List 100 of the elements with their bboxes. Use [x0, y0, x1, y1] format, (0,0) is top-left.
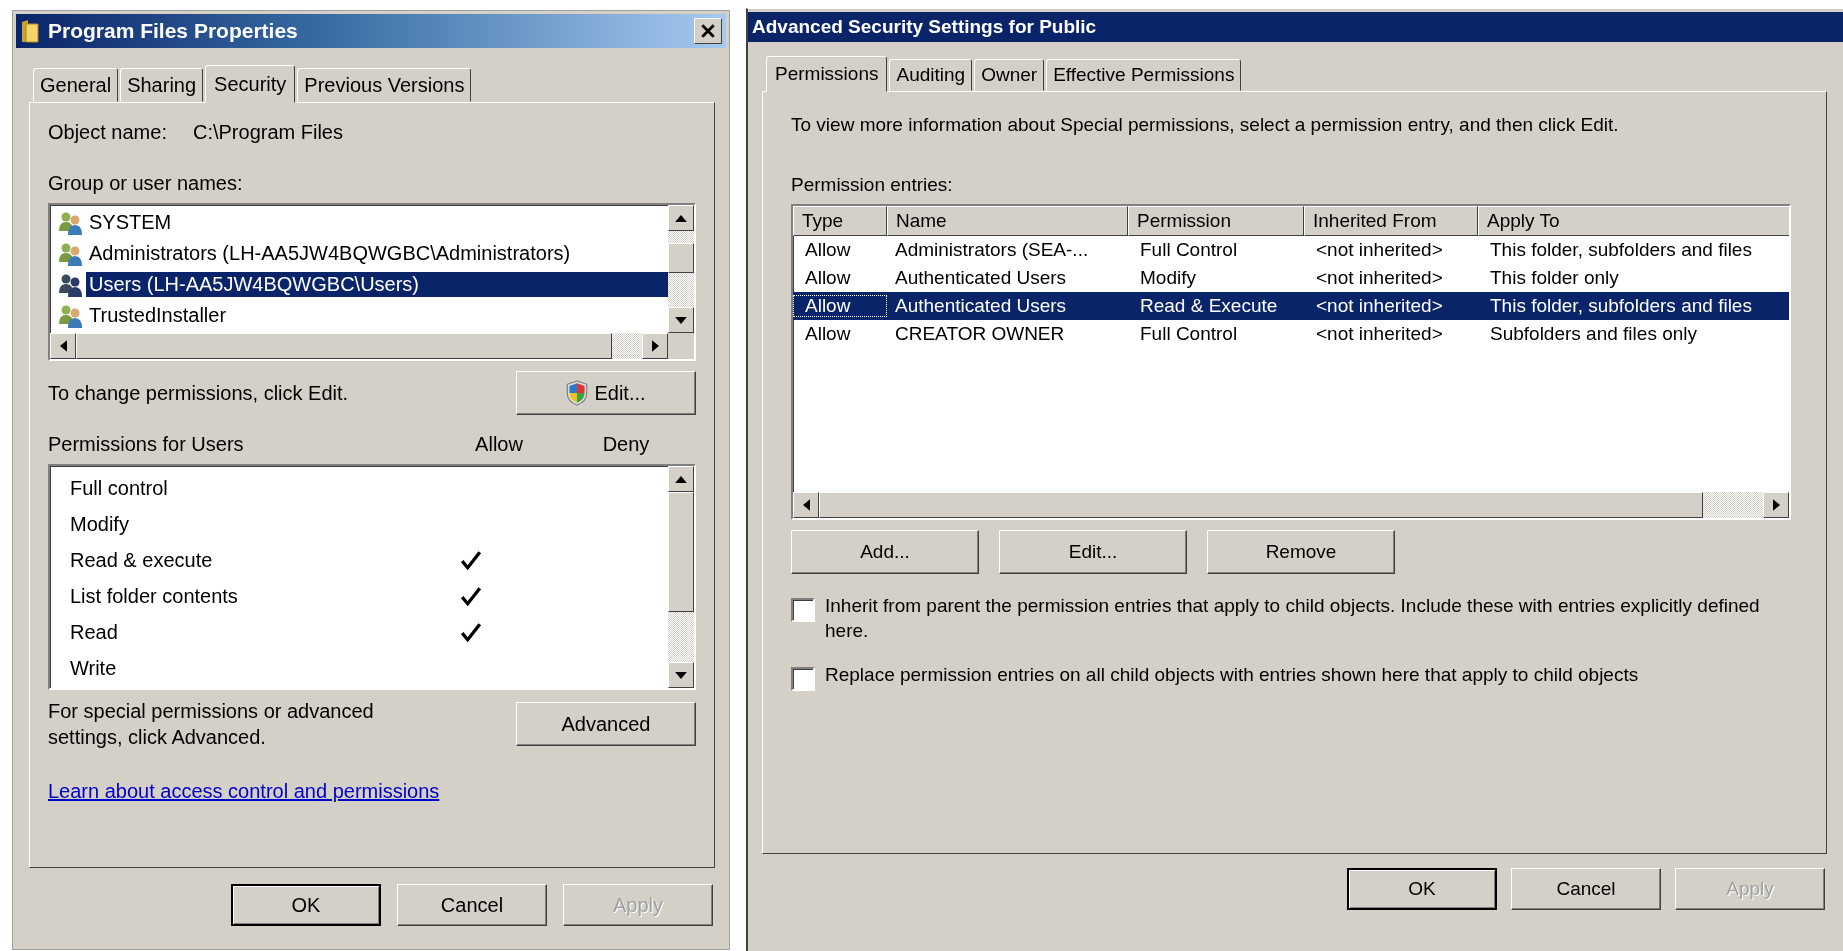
table-cell-text: Modify [1139, 267, 1197, 289]
entry-button[interactable]: Add... [791, 530, 979, 574]
table-cell-text: <not inherited> [1315, 267, 1444, 289]
info-text: To view more information about Special permissions, select a permission entry, and then click Edit. [791, 114, 1620, 136]
tab[interactable]: Auditing [889, 59, 973, 91]
table-cell-text: <not inherited> [1315, 323, 1444, 345]
left-arrow-icon [802, 499, 810, 511]
permission-name: Write [70, 656, 118, 680]
right-arrow-icon [1772, 499, 1780, 511]
table-cell: Allow [793, 295, 887, 317]
tab[interactable]: Effective Permissions [1046, 59, 1242, 91]
checkbox-label: Replace permission entries on all child objects with entries shown here that apply to child objects [825, 663, 1639, 688]
folder-icon [20, 18, 40, 44]
table-cell-text: CREATOR OWNER [894, 323, 1066, 345]
table-cell-text: Full Control [1139, 239, 1239, 261]
group-list-label: Group or user names: [48, 172, 244, 195]
help-link[interactable]: Learn about access control and permissions [48, 780, 440, 803]
group-item[interactable]: Administrators (LH-AA5JW4BQWGBC\Administrators) [86, 241, 574, 266]
up-arrow-icon [675, 214, 687, 222]
permission-name: List folder contents [70, 584, 239, 608]
tab[interactable]: Permissions [766, 56, 888, 92]
table-cell-text: Allow [804, 267, 852, 289]
scroll-left-button[interactable] [793, 492, 819, 518]
table-cell-text: Authenticated Users [894, 267, 1068, 289]
scroll-thumb[interactable] [76, 333, 612, 359]
dialog-button[interactable]: Cancel [1511, 868, 1661, 910]
table-row[interactable]: Allow Authenticated Users Read & Execute <not inherited> This folder, subfolders and files [793, 292, 1789, 320]
scroll-down-button[interactable] [668, 662, 694, 688]
down-arrow-icon [675, 316, 687, 324]
permission-name: Read [70, 620, 119, 644]
table-cell-text: Subfolders and files only [1489, 323, 1698, 345]
permission-name: Modify [70, 512, 130, 536]
column-header[interactable]: Inherited From [1304, 206, 1478, 236]
dialog-button[interactable]: Cancel [397, 884, 547, 926]
advanced-button[interactable]: Advanced [516, 702, 696, 746]
scroll-up-button[interactable] [668, 466, 694, 492]
table-row[interactable]: Allow CREATOR OWNER Full Control <not inherited> Subfolders and files only [793, 320, 1789, 348]
table-cell-text: <not inherited> [1315, 295, 1444, 317]
scroll-left-button[interactable] [50, 333, 76, 359]
horizontal-scrollbar[interactable] [50, 333, 694, 359]
edit-button[interactable]: Edit... [516, 371, 696, 415]
checkbox[interactable] [791, 667, 815, 692]
group-item[interactable]: Users (LH-AA5JW4BQWGBC\Users) [86, 272, 668, 297]
table-cell-text: Full Control [1139, 323, 1239, 345]
users-icon [58, 210, 84, 235]
vertical-scrollbar[interactable] [668, 205, 694, 333]
tab[interactable]: General [33, 68, 119, 102]
scroll-right-button[interactable] [1763, 492, 1789, 518]
close-icon [700, 23, 716, 39]
entry-button[interactable]: Remove [1207, 530, 1395, 574]
object-name-value: C:\Program Files [192, 121, 343, 144]
group-item[interactable]: TrustedInstaller [86, 303, 230, 328]
users-icon [58, 272, 84, 297]
column-header[interactable]: Type [793, 206, 887, 236]
left-arrow-icon [59, 340, 67, 352]
object-name-label: Object name: [48, 121, 167, 144]
tab[interactable]: Security [205, 65, 296, 103]
checkbox[interactable] [791, 598, 815, 622]
dialog-button[interactable]: OK [1347, 868, 1497, 910]
change-hint: To change permissions, click Edit. [48, 381, 349, 405]
entry-button[interactable]: Edit... [999, 530, 1187, 574]
tab[interactable]: Owner [974, 59, 1045, 91]
column-header[interactable]: Name [887, 206, 1128, 236]
up-arrow-icon [675, 475, 687, 483]
scroll-thumb[interactable] [668, 492, 694, 612]
scroll-right-button[interactable] [642, 333, 668, 359]
right-arrow-icon [651, 340, 659, 352]
tab[interactable]: Previous Versions [297, 68, 472, 102]
entries-label: Permission entries: [791, 174, 954, 196]
users-icon [58, 241, 84, 266]
window-title: Advanced Security Settings for Public [752, 16, 1097, 38]
table-row[interactable]: Allow Administrators (SEA-... Full Control <not inherited> This folder, subfolders and files [793, 236, 1789, 264]
column-header[interactable]: Permission [1128, 206, 1304, 236]
scrollbar-corner [668, 333, 694, 359]
scroll-up-button[interactable] [668, 205, 694, 231]
checkbox-label: Inherit from parent the permission entries that apply to child objects. Include these with entries explicitly defined here. [825, 594, 1761, 643]
table-row[interactable]: Allow Authenticated Users Modify <not inherited> This folder only [793, 264, 1789, 292]
allow-header: Allow [474, 433, 524, 456]
window-title: Program Files Properties [48, 19, 298, 43]
dialog-button[interactable]: OK [231, 884, 381, 926]
column-header[interactable]: Apply To [1478, 206, 1789, 236]
shield-icon [566, 380, 589, 406]
table-cell-text: This folder only [1489, 267, 1620, 289]
table-cell-text: Authenticated Users [894, 295, 1068, 317]
table-cell-text: This folder, subfolders and files [1489, 295, 1753, 317]
deny-header: Deny [601, 433, 651, 456]
scroll-thumb[interactable] [668, 243, 694, 273]
close-button[interactable] [694, 18, 722, 44]
group-list[interactable]: SYSTEM Administrators (LH-AA5JW4BQWGBC\Administrators) Users (LH-AA5JW4BQWGBC\Users) TrustedInstaller [48, 203, 696, 361]
tab[interactable]: Sharing [120, 68, 204, 102]
group-item[interactable]: SYSTEM [86, 210, 175, 235]
down-arrow-icon [675, 671, 687, 679]
table-cell-text: This folder, subfolders and files [1489, 239, 1753, 261]
table-cell-text: Allow [804, 239, 852, 261]
advanced-hint: For special permissions or advanced settings, click Advanced. [48, 699, 375, 750]
table-cell-text: <not inherited> [1315, 239, 1444, 261]
table-cell-text: Administrators (SEA-... [894, 239, 1090, 261]
scroll-down-button[interactable] [668, 307, 694, 333]
permissions-label: Permissions for Users [48, 433, 245, 456]
vertical-scrollbar[interactable] [668, 466, 694, 688]
